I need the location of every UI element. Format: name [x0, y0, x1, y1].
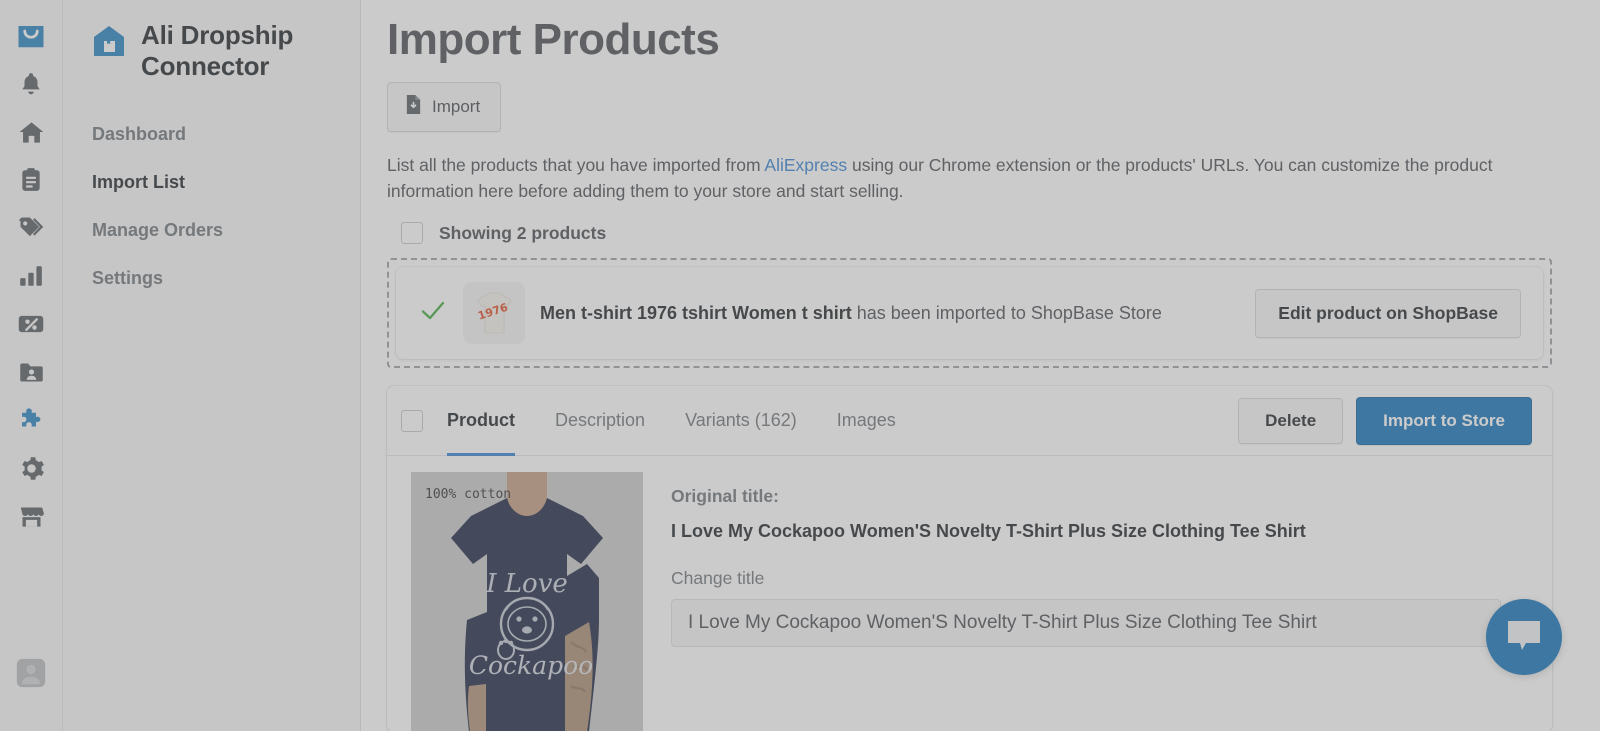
- product-tabs: Product Description Variants (162) Image…: [447, 386, 1238, 456]
- clipboard-icon[interactable]: [13, 162, 49, 198]
- discount-percent-icon[interactable]: [13, 306, 49, 342]
- folder-user-icon[interactable]: [13, 354, 49, 390]
- brand: Ali Dropship Connector: [63, 0, 360, 82]
- showing-row: Showing 2 products: [387, 222, 1552, 244]
- product-thumbnail: 1976: [464, 283, 524, 343]
- import-button[interactable]: Import: [387, 82, 502, 132]
- import-button-label: Import: [432, 97, 481, 116]
- puzzle-piece-icon[interactable]: [13, 402, 49, 438]
- product-card: Product Description Variants (162) Image…: [387, 386, 1552, 731]
- svg-text:100% cotton: 100% cotton: [425, 487, 511, 502]
- aliexpress-link[interactable]: AliExpress: [764, 155, 847, 175]
- delete-button[interactable]: Delete: [1238, 397, 1344, 444]
- import-success-banner: 1976 Men t-shirt 1976 tshirt Women t shi…: [387, 258, 1552, 368]
- check-icon: [420, 299, 446, 328]
- tab-product[interactable]: Product: [447, 386, 516, 456]
- chat-bubble-icon: [1504, 617, 1544, 658]
- select-all-checkbox[interactable]: [401, 222, 423, 244]
- user-avatar-icon[interactable]: [13, 655, 49, 691]
- icon-rail: [0, 0, 63, 731]
- tags-icon[interactable]: [13, 210, 49, 246]
- app-root: Ali Dropship Connector Dashboard Import …: [0, 0, 1600, 731]
- product-info: Original title: I Love My Cockapoo Women…: [671, 472, 1532, 731]
- showing-count-label: Showing 2 products: [439, 222, 607, 243]
- home-icon[interactable]: [13, 114, 49, 150]
- main-content: Import Products Import List all the prod…: [361, 0, 1600, 731]
- import-to-store-button[interactable]: Import to Store: [1356, 396, 1532, 445]
- bar-chart-icon[interactable]: [13, 258, 49, 294]
- svg-text:Cockapoo: Cockapoo: [469, 651, 593, 680]
- sidebar-item-settings[interactable]: Settings: [63, 254, 360, 302]
- bell-icon[interactable]: [13, 66, 49, 102]
- tab-images[interactable]: Images: [837, 386, 896, 456]
- product-tabbar: Product Description Variants (162) Image…: [387, 386, 1552, 456]
- change-title-input[interactable]: [671, 599, 1501, 647]
- chat-widget-button[interactable]: [1486, 599, 1562, 675]
- gear-icon[interactable]: [13, 450, 49, 486]
- product-body: I Love Cockapoo 100% cotton Original tit…: [387, 456, 1552, 731]
- import-file-icon: [404, 94, 423, 120]
- store-box-icon: [90, 22, 128, 60]
- brand-title: Ali Dropship Connector: [141, 20, 294, 81]
- storefront-icon[interactable]: [13, 498, 49, 534]
- import-success-message: Men t-shirt 1976 tshirt Women t shirt ha…: [540, 303, 1255, 324]
- sidebar-nav: Dashboard Import List Manage Orders Sett…: [63, 110, 360, 302]
- product-photo: I Love Cockapoo 100% cotton: [411, 472, 643, 731]
- sidebar: Ali Dropship Connector Dashboard Import …: [63, 0, 361, 731]
- imported-product-name: Men t-shirt 1976 tshirt Women t shirt: [540, 302, 852, 323]
- sidebar-item-manage-orders[interactable]: Manage Orders: [63, 206, 360, 254]
- product-select-checkbox[interactable]: [401, 409, 423, 432]
- description-part-1: List all the products that you have impo…: [387, 155, 765, 175]
- tab-description[interactable]: Description: [555, 386, 645, 456]
- original-title-label: Original title:: [671, 486, 779, 506]
- svg-text:I Love: I Love: [485, 569, 568, 599]
- original-title-value: I Love My Cockapoo Women'S Novelty T-Shi…: [671, 521, 1306, 541]
- imported-message-suffix: has been imported to ShopBase Store: [851, 302, 1162, 323]
- page-description: List all the products that you have impo…: [387, 152, 1507, 204]
- page-title: Import Products: [387, 15, 720, 64]
- shopping-bag-icon[interactable]: [13, 18, 49, 54]
- sidebar-item-dashboard[interactable]: Dashboard: [63, 110, 360, 158]
- product-actions: Delete Import to Store: [1238, 396, 1532, 445]
- edit-product-on-shopbase-button[interactable]: Edit product on ShopBase: [1255, 288, 1521, 338]
- tab-variants[interactable]: Variants (162): [685, 386, 797, 456]
- import-success-card: 1976 Men t-shirt 1976 tshirt Women t shi…: [396, 267, 1543, 359]
- change-title-label: Change title: [671, 568, 765, 588]
- sidebar-item-import-list[interactable]: Import List: [63, 158, 360, 206]
